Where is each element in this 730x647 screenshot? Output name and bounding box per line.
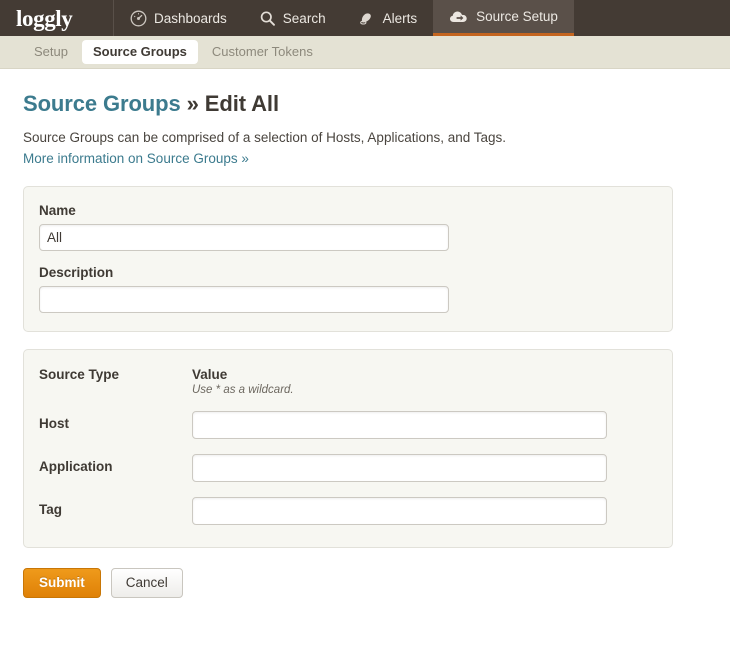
top-navigation-bar: loggly Dashboards Search Alerts Source S… <box>0 0 730 36</box>
search-icon <box>259 10 276 27</box>
group-details-panel: Name Description <box>23 186 673 332</box>
nav-item-alerts[interactable]: Alerts <box>342 0 434 36</box>
nav-item-search[interactable]: Search <box>243 0 342 36</box>
value-header: Value <box>192 367 228 382</box>
source-type-label-application: Application <box>39 459 113 474</box>
nav-label-alerts: Alerts <box>382 10 418 26</box>
source-type-header: Source Type <box>39 367 120 382</box>
form-actions: Submit Cancel <box>0 568 730 598</box>
source-type-label-tag: Tag <box>39 502 62 517</box>
sub-navigation-bar: Setup Source Groups Customer Tokens <box>0 36 730 69</box>
source-type-label-host: Host <box>39 416 69 431</box>
nav-label-dashboards: Dashboards <box>154 10 227 26</box>
page-title: Source Groups » Edit All <box>23 91 730 117</box>
subnav-item-source-groups[interactable]: Source Groups <box>81 39 198 65</box>
host-input[interactable] <box>192 411 607 439</box>
page-description: Source Groups can be comprised of a sele… <box>23 130 507 145</box>
table-row: Tag <box>24 497 672 525</box>
bell-icon <box>358 10 376 27</box>
gauge-icon <box>130 10 147 27</box>
breadcrumb-current: Edit All <box>204 91 279 116</box>
subnav-item-customer-tokens[interactable]: Customer Tokens <box>201 40 324 65</box>
nav-item-source-setup[interactable]: Source Setup <box>433 0 574 36</box>
application-input[interactable] <box>192 454 607 482</box>
breadcrumb-link-source-groups[interactable]: Source Groups <box>23 91 181 116</box>
loggly-logo[interactable]: loggly <box>0 0 114 36</box>
description-input[interactable] <box>39 286 449 313</box>
table-row: Host <box>24 411 672 439</box>
submit-button[interactable]: Submit <box>23 568 101 598</box>
breadcrumb-separator: » <box>180 91 205 116</box>
source-types-header-row: Source Type Value Use * as a wildcard. <box>24 367 672 396</box>
name-label: Name <box>39 203 76 218</box>
more-information-link[interactable]: More information on Source Groups » <box>23 151 249 166</box>
brand-wordmark: loggly <box>16 5 73 31</box>
source-types-panel: Source Type Value Use * as a wildcard. H… <box>23 349 673 548</box>
value-hint: Use * as a wildcard. <box>192 384 294 396</box>
description-label: Description <box>39 265 114 280</box>
page-content: Source Groups » Edit All Source Groups c… <box>0 69 730 548</box>
nav-label-source-setup: Source Setup <box>476 9 558 24</box>
table-row: Application <box>24 454 672 482</box>
nav-item-dashboards[interactable]: Dashboards <box>114 0 243 36</box>
name-input[interactable] <box>39 224 449 251</box>
cloud-upload-icon <box>449 9 469 25</box>
cancel-button[interactable]: Cancel <box>110 568 183 598</box>
tag-input[interactable] <box>192 497 607 525</box>
nav-label-search: Search <box>282 10 326 26</box>
subnav-item-setup[interactable]: Setup <box>23 40 79 65</box>
